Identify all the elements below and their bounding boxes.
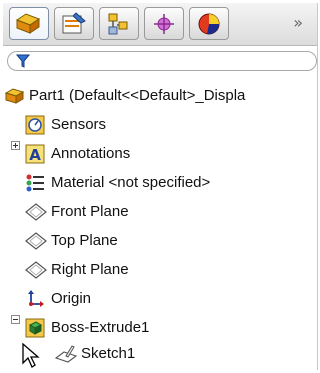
plane-icon <box>25 261 47 279</box>
tab-propertymanager[interactable] <box>54 7 94 40</box>
sketch-icon <box>55 345 77 363</box>
tree-filter-bar[interactable] <box>7 51 317 71</box>
boss-extrude-icon <box>25 318 45 338</box>
tree-item-annotations[interactable]: A Annotations <box>25 141 315 167</box>
filter-icon <box>16 54 30 68</box>
manager-tab-strip: » <box>3 3 317 46</box>
featuremanager-panel: » Part1 (Default<<Default>_Displa Sensor… <box>3 3 318 370</box>
tree-item-label: Sketch1 <box>81 345 136 362</box>
tree-item-top-plane[interactable]: Top Plane <box>25 228 315 254</box>
tree-root-part[interactable]: Part1 (Default<<Default>_Displa <box>5 83 317 109</box>
tab-featuremanager[interactable] <box>9 7 49 40</box>
tree-item-boss-extrude1[interactable]: Boss-Extrude1 <box>25 315 315 341</box>
tree-root-label: Part1 (Default<<Default>_Displa <box>29 87 246 104</box>
featuremanager-tree-icon <box>15 13 41 34</box>
tab-overflow-button[interactable]: » <box>293 13 303 32</box>
tree-item-origin[interactable]: Origin <box>25 286 315 312</box>
tree-item-front-plane[interactable]: Front Plane <box>25 199 315 225</box>
svg-text:A: A <box>29 146 41 164</box>
tree-item-right-plane[interactable]: Right Plane <box>25 257 315 283</box>
tab-dimxpertmanager[interactable] <box>144 7 184 40</box>
plane-icon <box>25 203 47 221</box>
tab-configurationmanager[interactable] <box>99 7 139 40</box>
tree-item-label: Boss-Extrude1 <box>51 319 150 336</box>
tree-item-label: Material <not specified> <box>51 174 211 191</box>
tree-item-sensors[interactable]: Sensors <box>25 112 315 138</box>
mouse-pointer-icon <box>22 343 40 368</box>
annotations-icon: A <box>25 144 45 164</box>
tree-item-label: Sensors <box>51 116 107 133</box>
tree-item-label: Origin <box>51 290 92 307</box>
display-manager-icon <box>198 13 220 35</box>
part-icon <box>5 88 25 104</box>
tree-item-label: Annotations <box>51 145 131 162</box>
origin-icon <box>28 290 44 307</box>
property-manager-icon <box>62 12 86 34</box>
plane-icon <box>25 232 47 250</box>
configuration-manager-icon <box>108 13 128 35</box>
tree-item-sketch1[interactable]: Sketch1 <box>55 341 315 367</box>
collapse-boss-extrude-toggle[interactable] <box>11 315 20 324</box>
tree-item-label: Front Plane <box>51 203 129 220</box>
expand-annotations-toggle[interactable] <box>11 141 20 150</box>
dimxpert-manager-icon <box>154 14 174 34</box>
tab-displaymanager[interactable] <box>189 7 229 40</box>
sensors-icon <box>25 115 45 135</box>
tree-item-label: Right Plane <box>51 261 129 278</box>
tree-item-label: Top Plane <box>51 232 118 249</box>
tree-item-material[interactable]: Material <not specified> <box>25 170 315 196</box>
material-icon <box>26 174 44 192</box>
